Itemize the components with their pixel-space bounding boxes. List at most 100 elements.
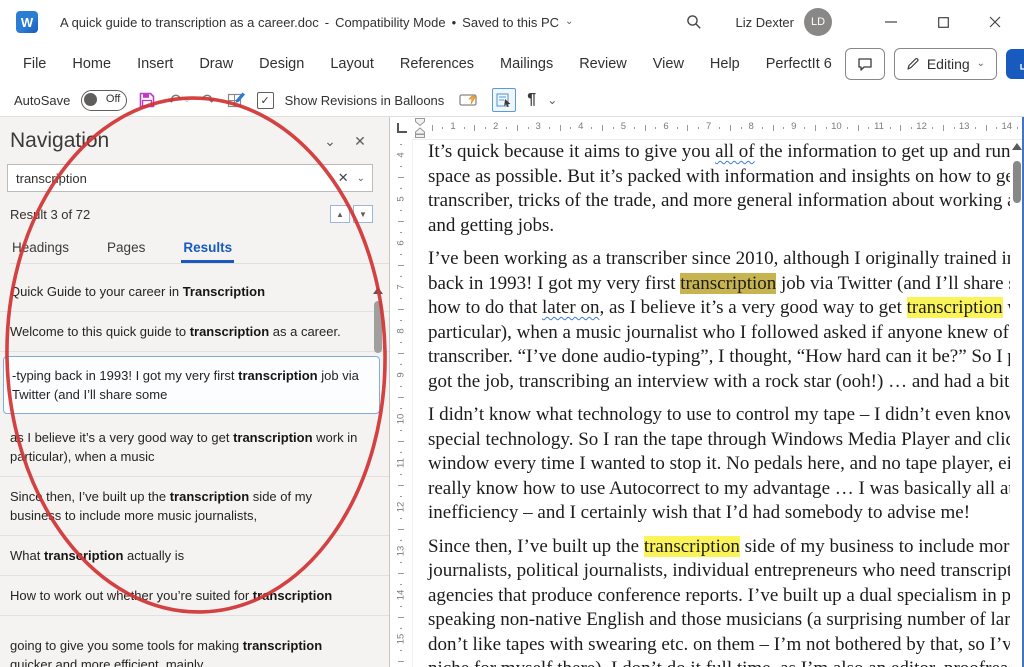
- menu-item-view[interactable]: View: [640, 49, 697, 79]
- autosave-toggle[interactable]: Off: [81, 90, 127, 111]
- doc-line: really know how to use Autocorrect to my…: [428, 477, 1010, 502]
- ruler-tick: [400, 254, 402, 255]
- ruler-tick: [954, 127, 955, 129]
- ruler-tick: [560, 125, 561, 131]
- nav-result-item[interactable]: going to give you some tools for making …: [0, 626, 389, 667]
- clear-search-icon[interactable]: ✕: [332, 170, 355, 186]
- tab-selector[interactable]: [390, 117, 412, 139]
- ribbon-tab-bar: FileHomeInsertDrawDesignLayoutReferences…: [0, 44, 1024, 84]
- edit-table-icon[interactable]: [227, 91, 246, 109]
- doc-scroll-up-arrow-icon[interactable]: [1012, 143, 1022, 150]
- redo-button[interactable]: ↷: [201, 92, 215, 109]
- nav-tab-results[interactable]: Results: [181, 236, 234, 263]
- menu-item-review[interactable]: Review: [566, 49, 640, 79]
- navigation-pane: Navigation ⌄ ✕ transcription ✕ ⌄ Result …: [0, 117, 390, 667]
- ruler-tick: [400, 188, 402, 189]
- pane-options-chevron-icon[interactable]: ⌄: [315, 133, 345, 150]
- save-icon[interactable]: [138, 91, 156, 109]
- previous-result-button[interactable]: ▲: [330, 205, 350, 223]
- nav-result-item[interactable]: Since then, I’ve built up the transcript…: [0, 477, 389, 536]
- search-term-bold: transcription: [170, 489, 249, 504]
- document-scrollbar-thumb[interactable]: [1013, 161, 1021, 203]
- result-text: -typing back in 1993! I got my very firs…: [12, 368, 238, 383]
- share-button[interactable]: ⌄: [1006, 49, 1024, 79]
- document-title: A quick guide to transcription as a care…: [60, 15, 573, 30]
- result-text: What: [10, 548, 44, 563]
- nav-tab-pages[interactable]: Pages: [105, 236, 147, 263]
- menu-item-perfectit-6[interactable]: PerfectIt 6: [753, 49, 845, 79]
- nav-result-item[interactable]: -typing back in 1993! I got my very firs…: [3, 356, 380, 414]
- indent-markers[interactable]: [413, 117, 427, 139]
- nav-result-item[interactable]: Welcome to this quick guide to transcrip…: [0, 312, 389, 352]
- ruler-number: 14: [396, 590, 407, 601]
- ruler-number: 4: [396, 152, 407, 157]
- ruler-tick: [400, 298, 402, 299]
- horizontal-ruler[interactable]: 1234567891011121314: [412, 117, 1024, 140]
- nav-tab-headings[interactable]: Headings: [10, 236, 71, 263]
- title-bar: W A quick guide to transcription as a ca…: [0, 0, 1024, 44]
- text-run: Since then, I’ve built up the: [428, 536, 644, 557]
- ruler-number: 15: [396, 634, 407, 645]
- minimize-button[interactable]: [874, 7, 908, 37]
- text-run: transcriber, tricks of the trade, and mo…: [428, 190, 1010, 211]
- navigation-search-box[interactable]: transcription ✕ ⌄: [7, 164, 373, 192]
- vertical-ruler[interactable]: 456789101112131415: [390, 139, 413, 667]
- menu-item-layout[interactable]: Layout: [317, 49, 387, 79]
- ruler-number: 11: [874, 121, 884, 132]
- markup-options-icon[interactable]: [492, 88, 516, 112]
- close-button[interactable]: [978, 7, 1012, 37]
- menu-item-mailings[interactable]: Mailings: [487, 49, 566, 79]
- undo-button[interactable]: ↶⌄: [167, 92, 190, 109]
- search-options-chevron-icon[interactable]: ⌄: [355, 173, 365, 184]
- show-formatting-marks-icon[interactable]: ¶: [527, 91, 536, 109]
- search-input[interactable]: transcription: [16, 171, 332, 186]
- menu-item-references[interactable]: References: [387, 49, 487, 79]
- nav-result-item[interactable]: as I believe it’s a very good way to get…: [0, 418, 389, 477]
- result-text: as I believe it’s a very good way to get: [10, 430, 233, 445]
- search-icon[interactable]: [679, 7, 709, 37]
- ruler-tick: [655, 127, 656, 129]
- menu-item-home[interactable]: Home: [59, 49, 124, 79]
- comment-icon: [857, 57, 873, 72]
- results-scrollbar[interactable]: [373, 287, 383, 353]
- doc-line: Since then, I’ve built up the transcript…: [428, 535, 1010, 560]
- nav-result-item[interactable]: What transcription actually is: [0, 536, 389, 576]
- editing-mode-button[interactable]: Editing ⌄: [894, 48, 997, 80]
- scroll-up-arrow-icon[interactable]: [373, 287, 383, 294]
- toolbar-overflow-icon[interactable]: ⌄: [547, 94, 557, 106]
- menu-item-draw[interactable]: Draw: [186, 49, 246, 79]
- ruler-tick: [815, 125, 816, 131]
- paragraph: I didn’t know what technology to use to …: [428, 403, 1010, 526]
- document-scrollbar[interactable]: [1012, 143, 1022, 203]
- pane-close-icon[interactable]: ✕: [345, 133, 375, 150]
- saved-status[interactable]: Saved to this PC: [462, 15, 559, 30]
- maximize-button[interactable]: [926, 7, 960, 37]
- ruler-tick: [1017, 127, 1018, 129]
- balloons-checkbox[interactable]: ✓: [257, 92, 274, 109]
- doc-line: how to do that later on, as I believe it…: [428, 296, 1010, 321]
- nav-result-item[interactable]: How to work out whether you’re suited fo…: [0, 576, 389, 616]
- ruler-tick: [485, 127, 486, 129]
- menu-item-insert[interactable]: Insert: [124, 49, 186, 79]
- navigation-title: Navigation: [10, 129, 315, 153]
- comments-button[interactable]: [845, 48, 885, 80]
- document-page[interactable]: It’s quick because it aims to give you a…: [412, 139, 1010, 667]
- menu-item-design[interactable]: Design: [246, 49, 317, 79]
- ruler-tick: [847, 127, 848, 129]
- ruler-tick: [400, 430, 402, 431]
- avatar[interactable]: LD: [804, 8, 832, 36]
- tab-stop-icon: [397, 123, 407, 133]
- results-scrollbar-thumb[interactable]: [374, 301, 382, 353]
- menu-item-file[interactable]: File: [10, 49, 59, 79]
- menu-item-help[interactable]: Help: [697, 49, 753, 79]
- nav-result-item[interactable]: Quick Guide to your career in Transcript…: [0, 272, 389, 312]
- track-changes-icon[interactable]: [459, 92, 481, 108]
- next-result-button[interactable]: ▼: [353, 205, 373, 223]
- ruler-tick: [474, 125, 475, 131]
- doc-line: got the job, transcribing an interview w…: [428, 370, 1010, 395]
- doc-line: It’s quick because it aims to give you a…: [428, 140, 1010, 165]
- ruler-tick: [773, 125, 774, 131]
- ruler-tick: [398, 397, 404, 398]
- saved-status-chevron-icon[interactable]: ⌄: [565, 17, 573, 27]
- user-name[interactable]: Liz Dexter: [735, 15, 794, 30]
